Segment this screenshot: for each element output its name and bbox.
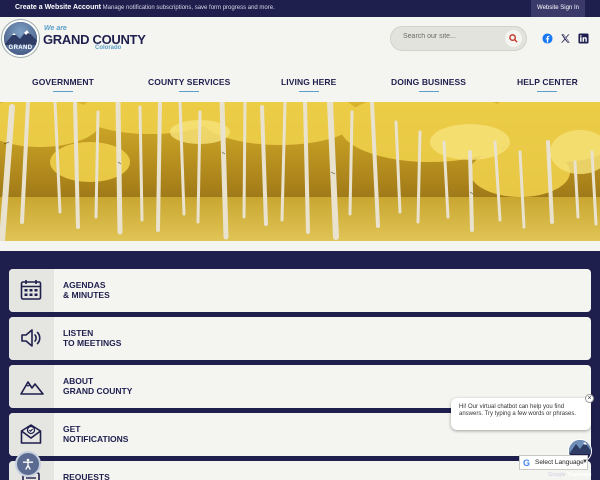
calendar-icon (20, 280, 42, 300)
website-sign-in-button[interactable]: Website Sign In (531, 0, 585, 17)
mountain-icon (20, 381, 44, 395)
quick-link-label: ABOUT GRAND COUNTY (63, 376, 263, 396)
quick-link-label-line2: TO MEETINGS (63, 338, 122, 348)
mountain-logo-icon (4, 30, 37, 45)
county-logo-badge[interactable]: GRAND (2, 20, 39, 57)
logo-badge-text: GRAND (8, 45, 33, 51)
quick-link-label-line1: AGENDAS (63, 280, 106, 290)
logo-state: Colorado (95, 45, 122, 51)
search-button[interactable] (505, 30, 522, 47)
facebook-link[interactable] (542, 33, 554, 45)
quick-link-icon-box (9, 269, 54, 312)
google-g-icon: G (523, 458, 531, 468)
quick-link-label-line1: ABOUT (63, 376, 94, 386)
nav-underline (537, 91, 558, 92)
powered-by-google: Google (548, 472, 566, 478)
nav-label: LIVING HERE (281, 77, 337, 87)
quick-link-label-line1: GET (63, 424, 81, 434)
quick-link-label: REQUESTS (63, 472, 263, 480)
quick-link-listen[interactable]: LISTEN TO MEETINGS (9, 317, 591, 360)
nav-underline (52, 91, 73, 92)
hero-aspen-forest-image (0, 102, 600, 241)
nav-county-services[interactable]: COUNTY SERVICES (148, 77, 231, 92)
x-twitter-icon (561, 34, 570, 43)
create-account-description: - Manage notification subscriptions, sav… (99, 5, 275, 11)
site-header: GRAND We are GRAND COUNTY Colorado Searc… (0, 17, 600, 102)
chatbot-message: Hi! Our virtual chatbot can help you fin… (459, 404, 577, 417)
translate-label: Select Language (535, 459, 584, 466)
quick-link-label-line2: NOTIFICATIONS (63, 434, 129, 444)
search-box (390, 26, 527, 51)
quick-link-label: GET NOTIFICATIONS (63, 424, 263, 444)
quick-link-icon-box (9, 413, 54, 456)
create-account-link[interactable]: Create a Website Account (15, 4, 101, 11)
quick-link-requests[interactable]: REQUESTS (9, 461, 591, 480)
hero-bottom-strip (0, 241, 600, 251)
mountain-logo-icon (569, 440, 591, 454)
nav-label: GOVERNMENT (32, 77, 94, 87)
accessibility-button[interactable] (15, 451, 41, 477)
x-twitter-link[interactable] (560, 33, 572, 45)
quick-link-agendas[interactable]: AGENDAS & MINUTES (9, 269, 591, 312)
main-navigation: GOVERNMENT COUNTY SERVICES LIVING HERE D… (0, 73, 600, 103)
nav-label: DOING BUSINESS (391, 77, 467, 87)
nav-label: COUNTY SERVICES (148, 77, 231, 87)
quick-link-label-line1: LISTEN (63, 328, 94, 338)
quick-link-icon-box (9, 365, 54, 408)
top-utility-bar: Create a Website Account - Manage notifi… (0, 0, 600, 17)
search-input[interactable] (403, 33, 498, 40)
accessibility-icon (22, 458, 34, 470)
nav-help-center[interactable]: HELP CENTER (517, 77, 578, 92)
quick-link-label-line2: GRAND COUNTY (63, 386, 133, 396)
powered-by-google-translate[interactable]: Google Translate (548, 472, 591, 478)
nav-underline (179, 91, 200, 92)
quick-links-section: AGENDAS & MINUTES LISTEN TO MEETINGS ABO… (0, 251, 600, 480)
nav-government[interactable]: GOVERNMENT (32, 77, 94, 92)
search-icon (509, 34, 518, 43)
nav-doing-business[interactable]: DOING BUSINESS (391, 77, 467, 92)
linkedin-icon (578, 33, 589, 44)
nav-underline (298, 91, 319, 92)
nav-living-here[interactable]: LIVING HERE (281, 77, 337, 92)
quick-link-label-line2: & MINUTES (63, 290, 110, 300)
quick-link-label: AGENDAS & MINUTES (63, 280, 263, 300)
facebook-icon (542, 33, 553, 44)
logo-tagline: We are (44, 25, 67, 32)
chatbot-close-button[interactable]: × (585, 394, 594, 403)
google-translate-select[interactable]: G Select Language ▼ (519, 455, 588, 470)
chevron-down-icon: ▼ (582, 459, 588, 465)
chatbot-message-bubble[interactable]: Hi! Our virtual chatbot can help you fin… (451, 398, 591, 430)
aspen-forest-illustration (0, 102, 600, 241)
speaker-icon (21, 329, 41, 347)
nav-underline (418, 91, 439, 92)
quick-link-label: LISTEN TO MEETINGS (63, 328, 263, 348)
envelope-check-icon (20, 424, 42, 444)
quick-link-label-line1: REQUESTS (63, 472, 110, 480)
linkedin-link[interactable] (578, 33, 590, 45)
powered-by-translate: Translate (567, 472, 592, 478)
quick-link-icon-box (9, 317, 54, 360)
nav-label: HELP CENTER (517, 77, 578, 87)
